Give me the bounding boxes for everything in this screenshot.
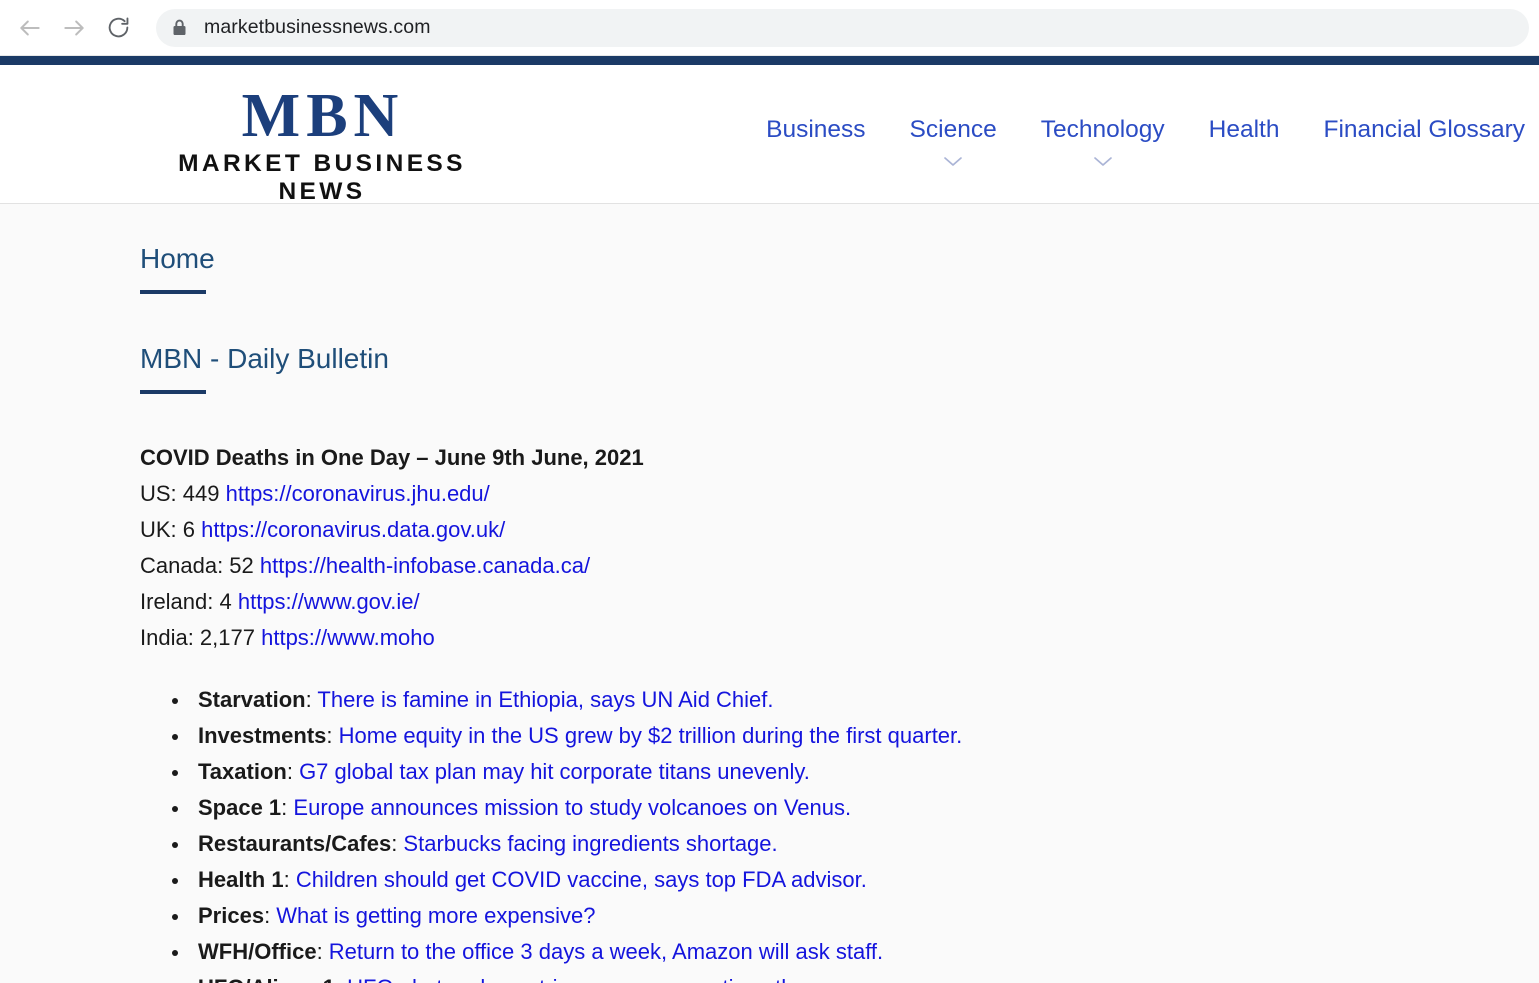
browser-toolbar: marketbusinessnews.com xyxy=(0,0,1539,56)
breadcrumb: Home xyxy=(140,242,1440,294)
covid-row-uk: UK: 6 https://coronavirus.data.gov.uk/ xyxy=(140,512,1440,548)
covid-label-us: US: 449 xyxy=(140,481,226,506)
back-arrow-icon xyxy=(17,15,43,41)
news-separator: : xyxy=(305,687,318,712)
nav-label-technology: Technology xyxy=(1040,116,1165,143)
nav-item-health[interactable]: Health xyxy=(1209,115,1280,145)
news-separator: : xyxy=(286,759,300,784)
list-item: Taxation: G7 global tax plan may hit cor… xyxy=(172,754,1440,790)
list-item: WFH/Office: Return to the office 3 days … xyxy=(172,934,1440,970)
news-bullet-list: Starvation: There is famine in Ethiopia,… xyxy=(140,682,1440,983)
list-item: Prices: What is getting more expensive? xyxy=(172,898,1440,934)
news-category: Taxation xyxy=(198,759,287,784)
covid-bulletin-title: COVID Deaths in One Day – June 9th June,… xyxy=(140,445,644,470)
covid-label-ireland: Ireland: 4 xyxy=(140,589,238,614)
covid-label-canada: Canada: 52 xyxy=(140,553,260,578)
chrome-page-separator xyxy=(0,56,1539,65)
covid-label-uk: UK: 6 xyxy=(140,517,202,542)
site-logo[interactable]: MBN MARKET BUSINESS NEWS xyxy=(140,85,500,206)
news-separator: : xyxy=(281,795,294,820)
news-separator: : xyxy=(326,723,339,748)
covid-row-us: US: 449 https://coronavirus.jhu.edu/ xyxy=(140,476,1440,512)
news-headline-link[interactable]: G7 global tax plan may hit corporate tit… xyxy=(299,759,810,784)
page-title: MBN - Daily Bulletin xyxy=(140,343,389,374)
news-separator: : xyxy=(391,831,404,856)
news-headline-link[interactable]: Children should get COVID vaccine, says … xyxy=(296,867,867,892)
forward-arrow-icon xyxy=(61,15,87,41)
logo-initials: MBN xyxy=(241,82,405,150)
news-separator: : xyxy=(335,975,347,983)
main-navigation: Business Science Technology Health Finan… xyxy=(766,115,1525,166)
covid-row-ireland: Ireland: 4 https://www.gov.ie/ xyxy=(140,584,1440,620)
list-item: Starvation: There is famine in Ethiopia,… xyxy=(172,682,1440,718)
nav-item-science[interactable]: Science xyxy=(909,115,997,166)
covid-row-india: India: 2,177 https://www.moho xyxy=(140,620,1440,656)
content-column: Home MBN - Daily Bulletin COVID Deaths i… xyxy=(140,242,1440,983)
covid-source-link-ireland[interactable]: https://www.gov.ie/ xyxy=(238,589,420,614)
news-separator: : xyxy=(264,903,277,928)
news-category: Space 1 xyxy=(198,795,282,820)
logo-wordmark: MARKET BUSINESS NEWS xyxy=(178,150,466,205)
news-headline-link[interactable]: There is famine in Ethiopia, says UN Aid… xyxy=(317,687,773,712)
news-category: Investments xyxy=(198,723,327,748)
news-category: Prices xyxy=(198,903,265,928)
nav-item-business[interactable]: Business xyxy=(766,115,865,145)
list-item: Investments: Home equity in the US grew … xyxy=(172,718,1440,754)
news-separator: : xyxy=(316,939,329,964)
list-item: Space 1: Europe announces mission to stu… xyxy=(172,790,1440,826)
forward-button[interactable] xyxy=(52,6,96,50)
list-item: Restaurants/Cafes: Starbucks facing ingr… xyxy=(172,826,1440,862)
breadcrumb-underline xyxy=(140,290,206,294)
covid-source-link-us[interactable]: https://coronavirus.jhu.edu/ xyxy=(226,481,490,506)
news-category: UFO/Aliens 1 xyxy=(198,975,335,983)
page-title-block: MBN - Daily Bulletin xyxy=(140,342,1440,394)
covid-source-link-canada[interactable]: https://health-infobase.canada.ca/ xyxy=(260,553,590,578)
news-headline-link[interactable]: UFO photo release triggers more question… xyxy=(347,975,912,983)
news-headline-link[interactable]: Return to the office 3 days a week, Amaz… xyxy=(329,939,883,964)
nav-label-health: Health xyxy=(1208,116,1280,143)
reload-icon xyxy=(106,15,131,40)
nav-item-technology[interactable]: Technology xyxy=(1040,115,1165,166)
covid-row-canada: Canada: 52 https://health-infobase.canad… xyxy=(140,548,1440,584)
news-headline-link[interactable]: Home equity in the US grew by $2 trillio… xyxy=(339,723,963,748)
covid-bulletin: COVID Deaths in One Day – June 9th June,… xyxy=(140,440,1440,656)
address-bar-url: marketbusinessnews.com xyxy=(204,16,431,38)
nav-label-science: Science xyxy=(909,116,997,143)
nav-label-business: Business xyxy=(766,116,866,143)
list-item: UFO/Aliens 1: UFO photo release triggers… xyxy=(198,970,1440,983)
news-headline-link[interactable]: Starbucks facing ingredients shortage. xyxy=(403,831,777,856)
breadcrumb-home-link[interactable]: Home xyxy=(140,242,1440,276)
page-content-area: Home MBN - Daily Bulletin COVID Deaths i… xyxy=(0,204,1539,983)
lock-icon xyxy=(172,19,188,37)
news-headline-link[interactable]: What is getting more expensive? xyxy=(276,903,595,928)
chevron-down-icon[interactable] xyxy=(942,155,964,168)
covid-label-india: India: 2,177 xyxy=(140,625,262,650)
back-button[interactable] xyxy=(8,6,52,50)
chevron-down-icon[interactable] xyxy=(1092,155,1114,168)
site-header: MBN MARKET BUSINESS NEWS Business Scienc… xyxy=(0,65,1539,206)
nav-label-financial-glossary: Financial Glossary xyxy=(1323,116,1525,143)
news-category: WFH/Office xyxy=(198,939,317,964)
news-category: Starvation xyxy=(198,687,306,712)
covid-source-link-uk[interactable]: https://coronavirus.data.gov.uk/ xyxy=(201,517,505,542)
news-separator: : xyxy=(283,867,296,892)
news-category: Health 1 xyxy=(198,867,284,892)
page-title-underline xyxy=(140,390,206,394)
nav-item-financial-glossary[interactable]: Financial Glossary xyxy=(1323,115,1525,145)
reload-button[interactable] xyxy=(96,6,140,50)
news-headline-link[interactable]: Europe announces mission to study volcan… xyxy=(293,795,851,820)
news-category: Restaurants/Cafes xyxy=(198,831,392,856)
list-item: Health 1: Children should get COVID vacc… xyxy=(172,862,1440,898)
covid-source-link-india[interactable]: https://www.moho xyxy=(261,625,435,650)
address-bar[interactable]: marketbusinessnews.com xyxy=(156,8,1529,47)
